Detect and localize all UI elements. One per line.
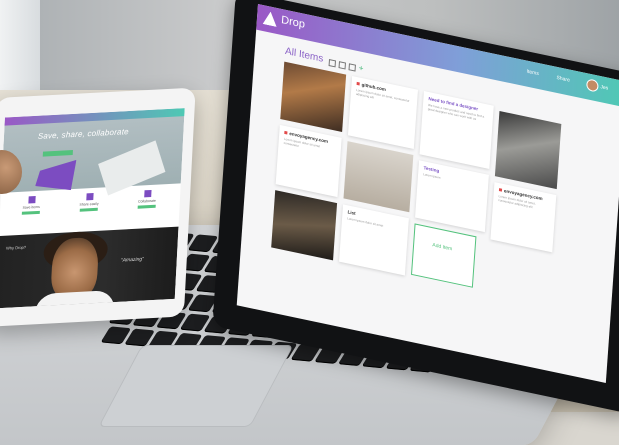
testimonial-quote: “Amazing” bbox=[120, 256, 144, 264]
office-photo[interactable] bbox=[271, 190, 338, 261]
cafe-photo[interactable] bbox=[280, 61, 347, 132]
header-user-name[interactable]: Jes bbox=[600, 84, 608, 92]
card-envoy-2[interactable]: envoyagency.com Lorem ipsum dolor sit am… bbox=[490, 182, 557, 253]
image-icon[interactable] bbox=[338, 61, 346, 70]
feature-save: Save items bbox=[6, 195, 57, 216]
drop-logo-icon bbox=[263, 10, 278, 27]
add-icon[interactable]: + bbox=[358, 63, 363, 73]
add-item-card[interactable]: Add Item bbox=[410, 223, 477, 288]
link-icon[interactable] bbox=[348, 63, 356, 72]
feature-button[interactable] bbox=[79, 207, 98, 212]
feature-share: Share easily bbox=[64, 192, 115, 213]
tablet-screen: Save, share, collaborate Save items Shar… bbox=[0, 108, 185, 309]
note-icon[interactable] bbox=[328, 59, 337, 68]
desk-computer-photo[interactable] bbox=[343, 141, 414, 213]
collaborate-icon bbox=[143, 189, 152, 198]
feature-button[interactable] bbox=[137, 204, 156, 209]
feature-label: Share easily bbox=[79, 201, 99, 207]
card-title: List bbox=[347, 209, 356, 216]
feature-button[interactable] bbox=[21, 210, 40, 215]
card-envoy-1[interactable]: envoyagency.com Lorem ipsum dolor sit am… bbox=[275, 124, 342, 198]
office-interior-photo[interactable] bbox=[494, 110, 562, 190]
header-items-link[interactable]: Items bbox=[526, 69, 539, 77]
share-icon bbox=[85, 193, 94, 201]
app-name: Drop bbox=[280, 13, 306, 31]
save-icon bbox=[27, 196, 36, 204]
card-list[interactable]: List Lorem ipsum dolor sit amet bbox=[339, 204, 409, 276]
avatar[interactable] bbox=[586, 78, 599, 93]
person-shirt bbox=[34, 289, 116, 309]
testimonial-section: Why Drop? “Amazing” bbox=[0, 226, 179, 309]
feature-label: Collaborate bbox=[137, 198, 157, 204]
card-body: Lorem ipsum bbox=[423, 172, 441, 180]
tablet-device: Save, share, collaborate Save items Shar… bbox=[0, 87, 196, 327]
testimonial-heading: Why Drop? bbox=[5, 244, 27, 251]
card-designer[interactable]: Need to find a designer We have a new pr… bbox=[419, 91, 494, 169]
add-item-label: Add Item bbox=[432, 242, 453, 253]
card-github[interactable]: github.com Lorem ipsum dolor sit amet, c… bbox=[347, 75, 418, 150]
feature-collaborate: Collaborate bbox=[122, 189, 173, 210]
page-title: All Items bbox=[284, 45, 324, 65]
card-testing[interactable]: Testing Lorem ipsum bbox=[415, 160, 489, 233]
card-body: Lorem ipsum dolor sit amet bbox=[347, 216, 384, 228]
header-share-link[interactable]: Share bbox=[556, 75, 570, 84]
feature-label: Save items bbox=[22, 204, 40, 210]
